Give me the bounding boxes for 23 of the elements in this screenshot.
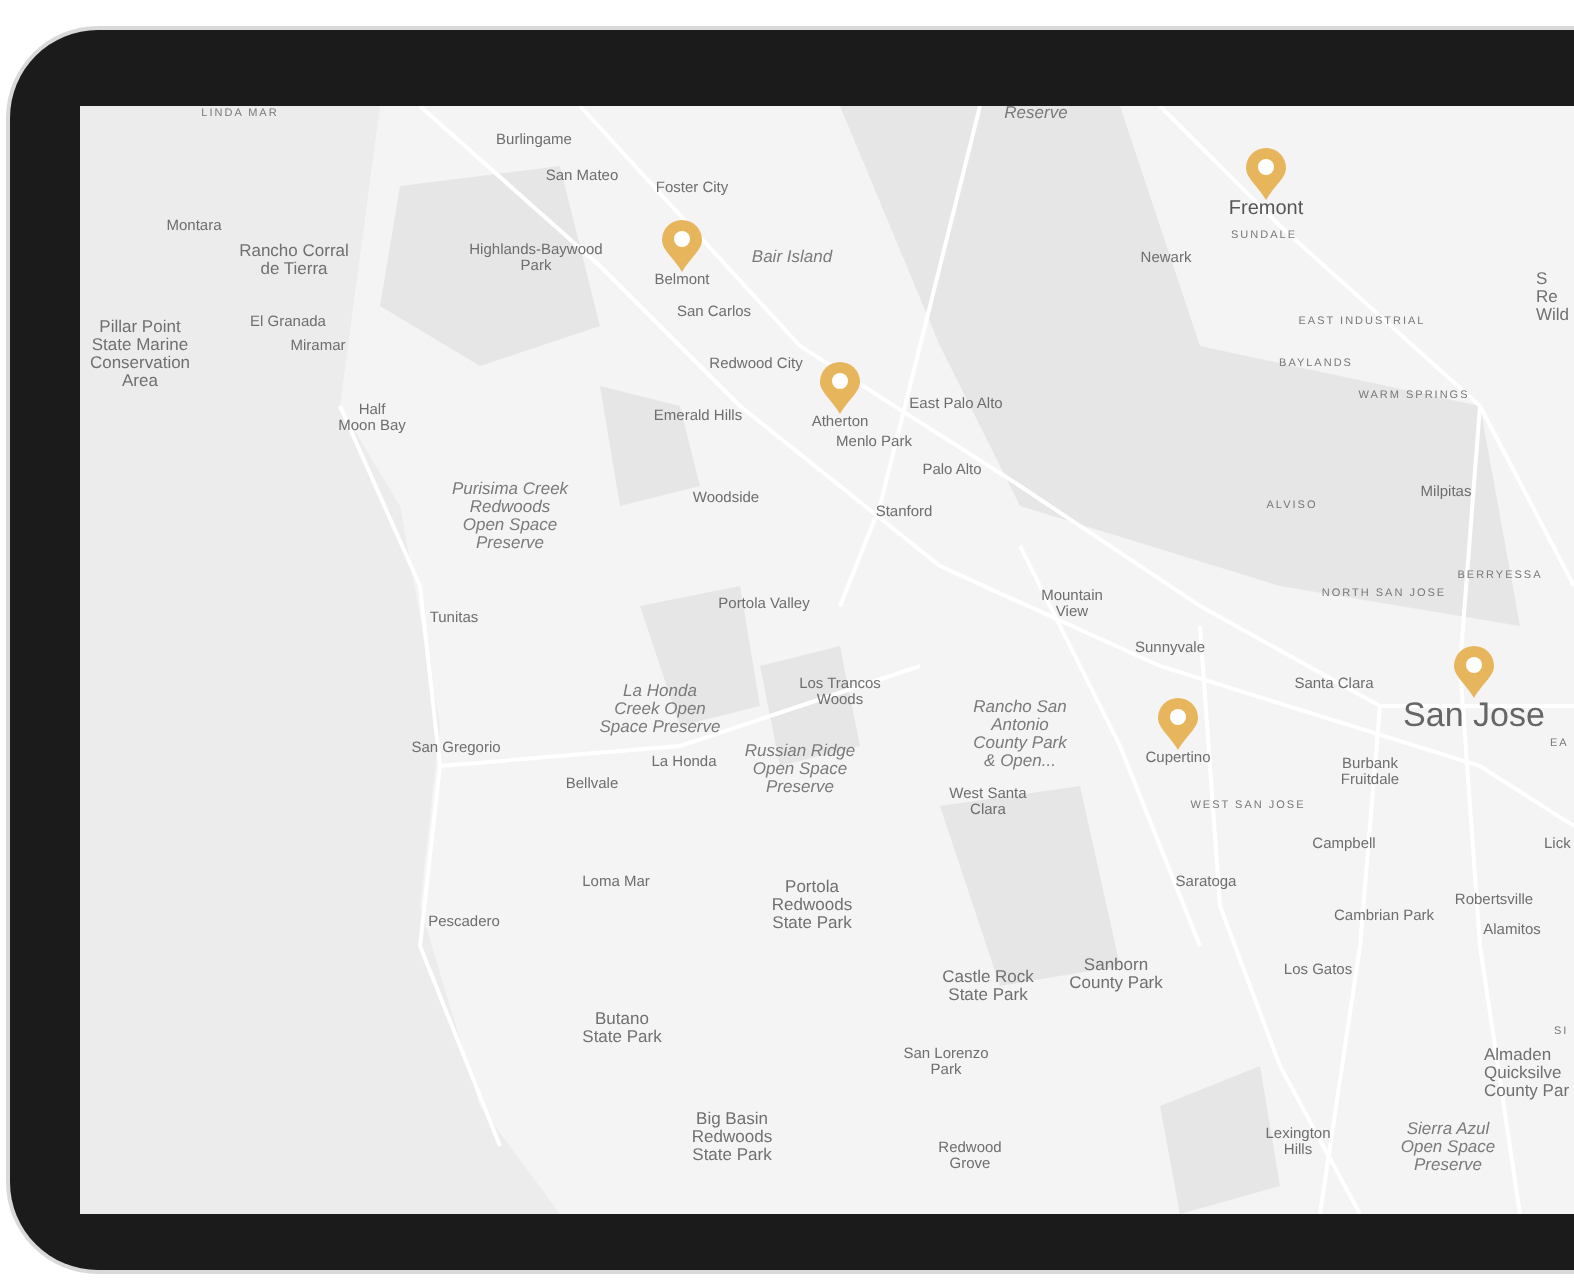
place-label: Fremont bbox=[1228, 200, 1304, 221]
place-label: San Jose bbox=[1403, 698, 1545, 734]
park-label: Sierra Azul Open Space Preserve bbox=[1400, 1120, 1496, 1174]
place-label: Rancho Corral de Tierra bbox=[239, 242, 349, 278]
place-label: Butano State Park bbox=[582, 1010, 662, 1046]
place-label: Portola Redwoods State Park bbox=[771, 878, 853, 932]
park-label: Reserve bbox=[1004, 106, 1068, 122]
place-label: Pillar Point State Marine Conservation Area bbox=[89, 318, 191, 390]
park-label: Russian Ridge Open Space Preserve bbox=[744, 742, 856, 796]
place-label: Sanborn County Park bbox=[1069, 956, 1163, 992]
park-label: Bair Island bbox=[751, 248, 833, 266]
place-label: Almaden Quicksilve County Par bbox=[1484, 1046, 1570, 1100]
park-label: La Honda Creek Open Space Preserve bbox=[599, 682, 721, 736]
park-label: Rancho San Antonio County Park & Open... bbox=[973, 698, 1067, 770]
place-label: Big Basin Redwoods State Park bbox=[691, 1110, 773, 1164]
map-pin-icon[interactable] bbox=[1454, 646, 1494, 698]
place-label: S Re Wild bbox=[1536, 270, 1570, 324]
map-pin-icon[interactable] bbox=[820, 362, 860, 414]
place-label: Castle Rock State Park bbox=[942, 968, 1034, 1004]
map-pin-icon[interactable] bbox=[1246, 148, 1286, 200]
park-label: Purisima Creek Redwoods Open Space Preserve bbox=[451, 480, 569, 552]
map-pin-icon[interactable] bbox=[662, 220, 702, 272]
map-pin-icon[interactable] bbox=[1158, 698, 1198, 750]
